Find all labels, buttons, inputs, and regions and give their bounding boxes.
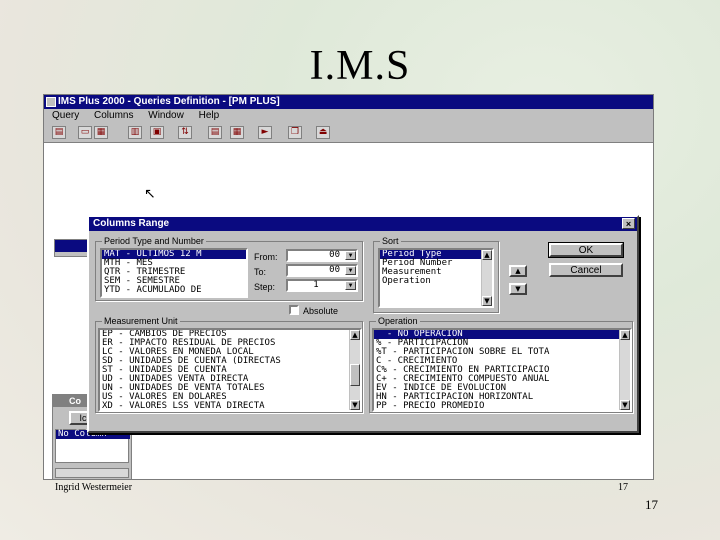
menu-window[interactable]: Window	[148, 110, 184, 121]
arrow-down-icon: ▼	[515, 285, 521, 293]
app-icon	[46, 97, 56, 107]
app-title: IMS Plus 2000 - Queries Definition - [PM…	[58, 96, 280, 107]
author-footer: Ingrid Westermeier	[55, 482, 133, 493]
operation-group: Operation - NO OPERACION % - PARTICIPACI…	[369, 316, 633, 413]
print-icon[interactable]: ▥	[128, 126, 142, 139]
measurement-list[interactable]: EP - CAMBIOS DE PRECIOS ER - IMPACTO RES…	[98, 328, 362, 412]
period-list[interactable]: MAT - ULTIMOS 12 M MTH - MES QTR - TRIME…	[100, 248, 248, 298]
operation-scrollbar[interactable]: ▲ ▼	[619, 330, 630, 410]
exit-icon[interactable]: ⏏	[316, 126, 330, 139]
open-icon[interactable]: ▤	[52, 126, 66, 139]
measurement-scrollbar[interactable]: ▲ ▼	[349, 330, 360, 410]
sort-list[interactable]: Period Type Period Number Measurement Op…	[378, 248, 494, 308]
toolbar: ▤ ▭ ▦ ▥ ▣ ⇅ ▤ ▦ ► ❐ ⏏	[44, 123, 653, 143]
move-up-button[interactable]: ▲	[509, 265, 527, 277]
move-down-button[interactable]: ▼	[509, 283, 527, 295]
menu-bar: Query Columns Window Help	[44, 109, 653, 123]
scroll-up-icon[interactable]: ▲	[482, 250, 492, 260]
app-titlebar: IMS Plus 2000 - Queries Definition - [PM…	[44, 95, 653, 109]
save-icon[interactable]: ▦	[94, 126, 108, 139]
step-combo[interactable]: 1 ▼	[286, 279, 358, 292]
step-value: 1	[313, 280, 319, 290]
menu-help[interactable]: Help	[199, 110, 220, 121]
absolute-checkbox[interactable]	[289, 305, 299, 315]
close-icon[interactable]: ×	[622, 218, 635, 229]
cancel-button[interactable]: Cancel	[549, 263, 623, 277]
columns-range-dialog: Columns Range × Period Type and Number M…	[87, 215, 639, 433]
columns-icon[interactable]: ▤	[208, 126, 222, 139]
chevron-down-icon[interactable]: ▼	[345, 281, 356, 290]
to-value: 00	[329, 265, 340, 275]
from-combo[interactable]: 00 ▼	[286, 249, 358, 262]
dialog-title: Columns Range	[93, 218, 170, 229]
page-number: 17	[645, 497, 658, 512]
list-item[interactable]: PP - PRECIO PROMEDIO	[374, 402, 630, 411]
to-label: To:	[254, 267, 267, 277]
absolute-label: Absolute	[303, 306, 339, 316]
list-item[interactable]: XD - VALORES LSS VENTA DIRECTA	[100, 402, 360, 411]
step-label: Step:	[254, 282, 276, 292]
grid-icon[interactable]: ▦	[230, 126, 244, 139]
run-icon[interactable]: ►	[258, 126, 272, 139]
preview-icon[interactable]: ▣	[150, 126, 164, 139]
dialog-titlebar: Columns Range ×	[89, 217, 637, 231]
copy-icon[interactable]: ❐	[288, 126, 302, 139]
scroll-down-icon[interactable]: ▼	[482, 296, 492, 306]
sort-group: Sort Period Type Period Number Measureme…	[373, 236, 499, 313]
background-list: No Column	[55, 429, 130, 463]
sort-scrollbar[interactable]: ▲ ▼	[481, 250, 492, 306]
scroll-thumb[interactable]	[350, 364, 360, 386]
app-screenshot: IMS Plus 2000 - Queries Definition - [PM…	[43, 94, 654, 480]
from-label: From:	[254, 252, 278, 262]
mouse-pointer-icon: ↖	[144, 186, 156, 202]
list-item[interactable]: YTD - ACUMULADO DE	[102, 286, 246, 295]
list-item[interactable]: Operation	[380, 277, 492, 286]
scroll-down-icon[interactable]: ▼	[350, 400, 360, 410]
background-hscroll[interactable]	[55, 468, 129, 478]
slide-title: I.M.S	[309, 43, 411, 89]
period-group: Period Type and Number MAT - ULTIMOS 12 …	[95, 236, 363, 301]
chevron-down-icon[interactable]: ▼	[345, 266, 356, 275]
ok-button[interactable]: OK	[548, 242, 624, 258]
scroll-up-icon[interactable]: ▲	[620, 330, 630, 340]
operation-list[interactable]: - NO OPERACION % - PARTICIPACION %T - PA…	[372, 328, 632, 412]
period-group-label: Period Type and Number	[102, 236, 206, 246]
measurement-group-label: Measurement Unit	[102, 316, 180, 326]
sort-icon[interactable]: ⇅	[178, 126, 192, 139]
chevron-down-icon[interactable]: ▼	[345, 251, 356, 260]
scroll-down-icon[interactable]: ▼	[620, 400, 630, 410]
scroll-up-icon[interactable]: ▲	[350, 330, 360, 340]
sort-group-label: Sort	[380, 236, 401, 246]
to-combo[interactable]: 00 ▼	[286, 264, 358, 277]
menu-columns[interactable]: Columns	[94, 110, 133, 121]
operation-group-label: Operation	[376, 316, 420, 326]
arrow-up-icon: ▲	[515, 267, 521, 275]
folder-icon[interactable]: ▭	[78, 126, 92, 139]
inner-page-number: 17	[618, 482, 628, 493]
menu-query[interactable]: Query	[52, 110, 79, 121]
from-value: 00	[329, 250, 340, 260]
measurement-group: Measurement Unit EP - CAMBIOS DE PRECIOS…	[95, 316, 363, 413]
